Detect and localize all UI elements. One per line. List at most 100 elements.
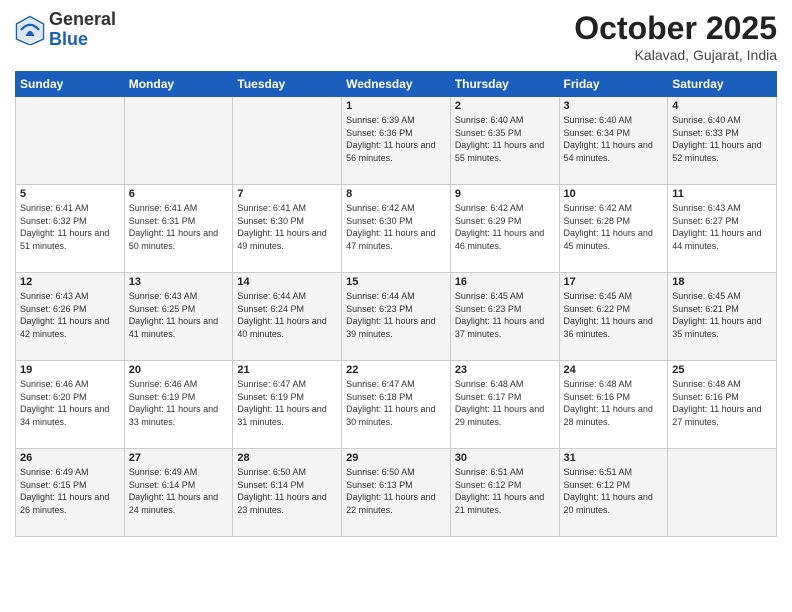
day-header-sunday: Sunday (16, 72, 125, 97)
day-info: Sunrise: 6:50 AM Sunset: 6:14 PM Dayligh… (237, 466, 337, 516)
calendar-cell: 24 Sunrise: 6:48 AM Sunset: 6:16 PM Dayli… (559, 361, 668, 449)
calendar-cell: 17Sunrise: 6:45 AM Sunset: 6:22 PM Dayli… (559, 273, 668, 361)
day-number: 30 (455, 452, 555, 464)
calendar-cell: 3 Sunrise: 6:40 AM Sunset: 6:34 PM Daylig… (559, 97, 668, 185)
calendar-cell: 28 Sunrise: 6:50 AM Sunset: 6:14 PM Dayli… (233, 449, 342, 537)
day-number: 6 (129, 188, 229, 200)
day-number: 29 (346, 452, 446, 464)
day-number: 19 (20, 364, 120, 376)
calendar-cell: 30Sunrise: 6:51 AM Sunset: 6:12 PM Dayli… (450, 449, 559, 537)
calendar-cell: 12 Sunrise: 6:43 AM Sunset: 6:26 PM Dayli… (16, 273, 125, 361)
day-header-tuesday: Tuesday (233, 72, 342, 97)
day-number: 14 (237, 276, 337, 288)
day-info: Sunrise: 6:42 AM Sunset: 6:28 PM Dayligh… (564, 202, 664, 252)
calendar-cell: 2Sunrise: 6:40 AM Sunset: 6:35 PM Daylig… (450, 97, 559, 185)
day-header-thursday: Thursday (450, 72, 559, 97)
calendar-cell: 10 Sunrise: 6:42 AM Sunset: 6:28 PM Dayli… (559, 185, 668, 273)
day-number: 10 (564, 188, 664, 200)
day-info: Sunrise: 6:41 AM Sunset: 6:30 PM Dayligh… (237, 202, 337, 252)
calendar-cell: 15 Sunrise: 6:44 AM Sunset: 6:23 PM Dayli… (342, 273, 451, 361)
week-row-0: 1 Sunrise: 6:39 AM Sunset: 6:36 PM Daylig… (16, 97, 777, 185)
day-number: 7 (237, 188, 337, 200)
day-info: Sunrise: 6:43 AM Sunset: 6:26 PM Dayligh… (20, 290, 120, 340)
day-info: Sunrise: 6:44 AM Sunset: 6:23 PM Dayligh… (346, 290, 446, 340)
day-number: 8 (346, 188, 446, 200)
week-row-2: 12 Sunrise: 6:43 AM Sunset: 6:26 PM Dayli… (16, 273, 777, 361)
page: General Blue October 2025 Kalavad, Gujar… (0, 0, 792, 612)
day-number: 22 (346, 364, 446, 376)
day-number: 2 (455, 100, 555, 112)
day-number: 18 (672, 276, 772, 288)
day-number: 23 (455, 364, 555, 376)
day-header-wednesday: Wednesday (342, 72, 451, 97)
day-info: Sunrise: 6:44 AM Sunset: 6:24 PM Dayligh… (237, 290, 337, 340)
calendar-cell: 26 Sunrise: 6:49 AM Sunset: 6:15 PM Dayli… (16, 449, 125, 537)
calendar-cell: 25Sunrise: 6:48 AM Sunset: 6:16 PM Dayli… (668, 361, 777, 449)
day-number: 24 (564, 364, 664, 376)
day-info: Sunrise: 6:41 AM Sunset: 6:32 PM Dayligh… (20, 202, 120, 252)
day-info: Sunrise: 6:45 AM Sunset: 6:21 PM Dayligh… (672, 290, 772, 340)
day-info: Sunrise: 6:49 AM Sunset: 6:15 PM Dayligh… (20, 466, 120, 516)
day-number: 28 (237, 452, 337, 464)
calendar-header: SundayMondayTuesdayWednesdayThursdayFrid… (16, 72, 777, 97)
week-row-1: 5Sunrise: 6:41 AM Sunset: 6:32 PM Daylig… (16, 185, 777, 273)
day-info: Sunrise: 6:45 AM Sunset: 6:23 PM Dayligh… (455, 290, 555, 340)
calendar-cell: 14 Sunrise: 6:44 AM Sunset: 6:24 PM Dayli… (233, 273, 342, 361)
calendar-cell: 7 Sunrise: 6:41 AM Sunset: 6:30 PM Daylig… (233, 185, 342, 273)
logo-blue: Blue (49, 29, 88, 49)
day-info: Sunrise: 6:41 AM Sunset: 6:31 PM Dayligh… (129, 202, 229, 252)
day-info: Sunrise: 6:46 AM Sunset: 6:20 PM Dayligh… (20, 378, 120, 428)
month-title: October 2025 (574, 10, 777, 47)
calendar-cell: 21 Sunrise: 6:47 AM Sunset: 6:19 PM Dayli… (233, 361, 342, 449)
day-info: Sunrise: 6:39 AM Sunset: 6:36 PM Dayligh… (346, 114, 446, 164)
calendar-cell (16, 97, 125, 185)
week-row-4: 26 Sunrise: 6:49 AM Sunset: 6:15 PM Dayli… (16, 449, 777, 537)
day-info: Sunrise: 6:48 AM Sunset: 6:17 PM Dayligh… (455, 378, 555, 428)
day-info: Sunrise: 6:40 AM Sunset: 6:33 PM Dayligh… (672, 114, 772, 164)
day-number: 31 (564, 452, 664, 464)
calendar-cell: 18 Sunrise: 6:45 AM Sunset: 6:21 PM Dayli… (668, 273, 777, 361)
calendar-cell: 1 Sunrise: 6:39 AM Sunset: 6:36 PM Daylig… (342, 97, 451, 185)
day-info: Sunrise: 6:48 AM Sunset: 6:16 PM Dayligh… (672, 378, 772, 428)
calendar-cell: 11Sunrise: 6:43 AM Sunset: 6:27 PM Dayli… (668, 185, 777, 273)
day-info: Sunrise: 6:40 AM Sunset: 6:34 PM Dayligh… (564, 114, 664, 164)
day-number: 21 (237, 364, 337, 376)
calendar-cell: 19 Sunrise: 6:46 AM Sunset: 6:20 PM Dayli… (16, 361, 125, 449)
days-of-week-row: SundayMondayTuesdayWednesdayThursdayFrid… (16, 72, 777, 97)
day-info: Sunrise: 6:43 AM Sunset: 6:25 PM Dayligh… (129, 290, 229, 340)
week-row-3: 19 Sunrise: 6:46 AM Sunset: 6:20 PM Dayli… (16, 361, 777, 449)
calendar-cell: 29Sunrise: 6:50 AM Sunset: 6:13 PM Dayli… (342, 449, 451, 537)
day-number: 16 (455, 276, 555, 288)
calendar-body: 1 Sunrise: 6:39 AM Sunset: 6:36 PM Daylig… (16, 97, 777, 537)
calendar-cell (668, 449, 777, 537)
day-info: Sunrise: 6:47 AM Sunset: 6:19 PM Dayligh… (237, 378, 337, 428)
day-header-monday: Monday (124, 72, 233, 97)
calendar-cell: 5Sunrise: 6:41 AM Sunset: 6:32 PM Daylig… (16, 185, 125, 273)
day-number: 9 (455, 188, 555, 200)
logo-text: General Blue (49, 10, 116, 50)
day-info: Sunrise: 6:49 AM Sunset: 6:14 PM Dayligh… (129, 466, 229, 516)
logo-icon (15, 15, 45, 45)
day-number: 20 (129, 364, 229, 376)
day-number: 3 (564, 100, 664, 112)
day-number: 1 (346, 100, 446, 112)
calendar-cell: 6 Sunrise: 6:41 AM Sunset: 6:31 PM Daylig… (124, 185, 233, 273)
day-number: 12 (20, 276, 120, 288)
day-info: Sunrise: 6:42 AM Sunset: 6:30 PM Dayligh… (346, 202, 446, 252)
calendar-cell (233, 97, 342, 185)
location: Kalavad, Gujarat, India (574, 47, 777, 63)
day-info: Sunrise: 6:42 AM Sunset: 6:29 PM Dayligh… (455, 202, 555, 252)
day-number: 15 (346, 276, 446, 288)
day-info: Sunrise: 6:47 AM Sunset: 6:18 PM Dayligh… (346, 378, 446, 428)
calendar-cell: 8 Sunrise: 6:42 AM Sunset: 6:30 PM Daylig… (342, 185, 451, 273)
calendar-table: SundayMondayTuesdayWednesdayThursdayFrid… (15, 71, 777, 537)
day-info: Sunrise: 6:48 AM Sunset: 6:16 PM Dayligh… (564, 378, 664, 428)
day-number: 26 (20, 452, 120, 464)
calendar-cell: 20 Sunrise: 6:46 AM Sunset: 6:19 PM Dayli… (124, 361, 233, 449)
logo-general: General (49, 9, 116, 29)
day-info: Sunrise: 6:46 AM Sunset: 6:19 PM Dayligh… (129, 378, 229, 428)
calendar-cell: 23 Sunrise: 6:48 AM Sunset: 6:17 PM Dayli… (450, 361, 559, 449)
calendar-cell: 31Sunrise: 6:51 AM Sunset: 6:12 PM Dayli… (559, 449, 668, 537)
day-number: 4 (672, 100, 772, 112)
calendar-cell: 27Sunrise: 6:49 AM Sunset: 6:14 PM Dayli… (124, 449, 233, 537)
